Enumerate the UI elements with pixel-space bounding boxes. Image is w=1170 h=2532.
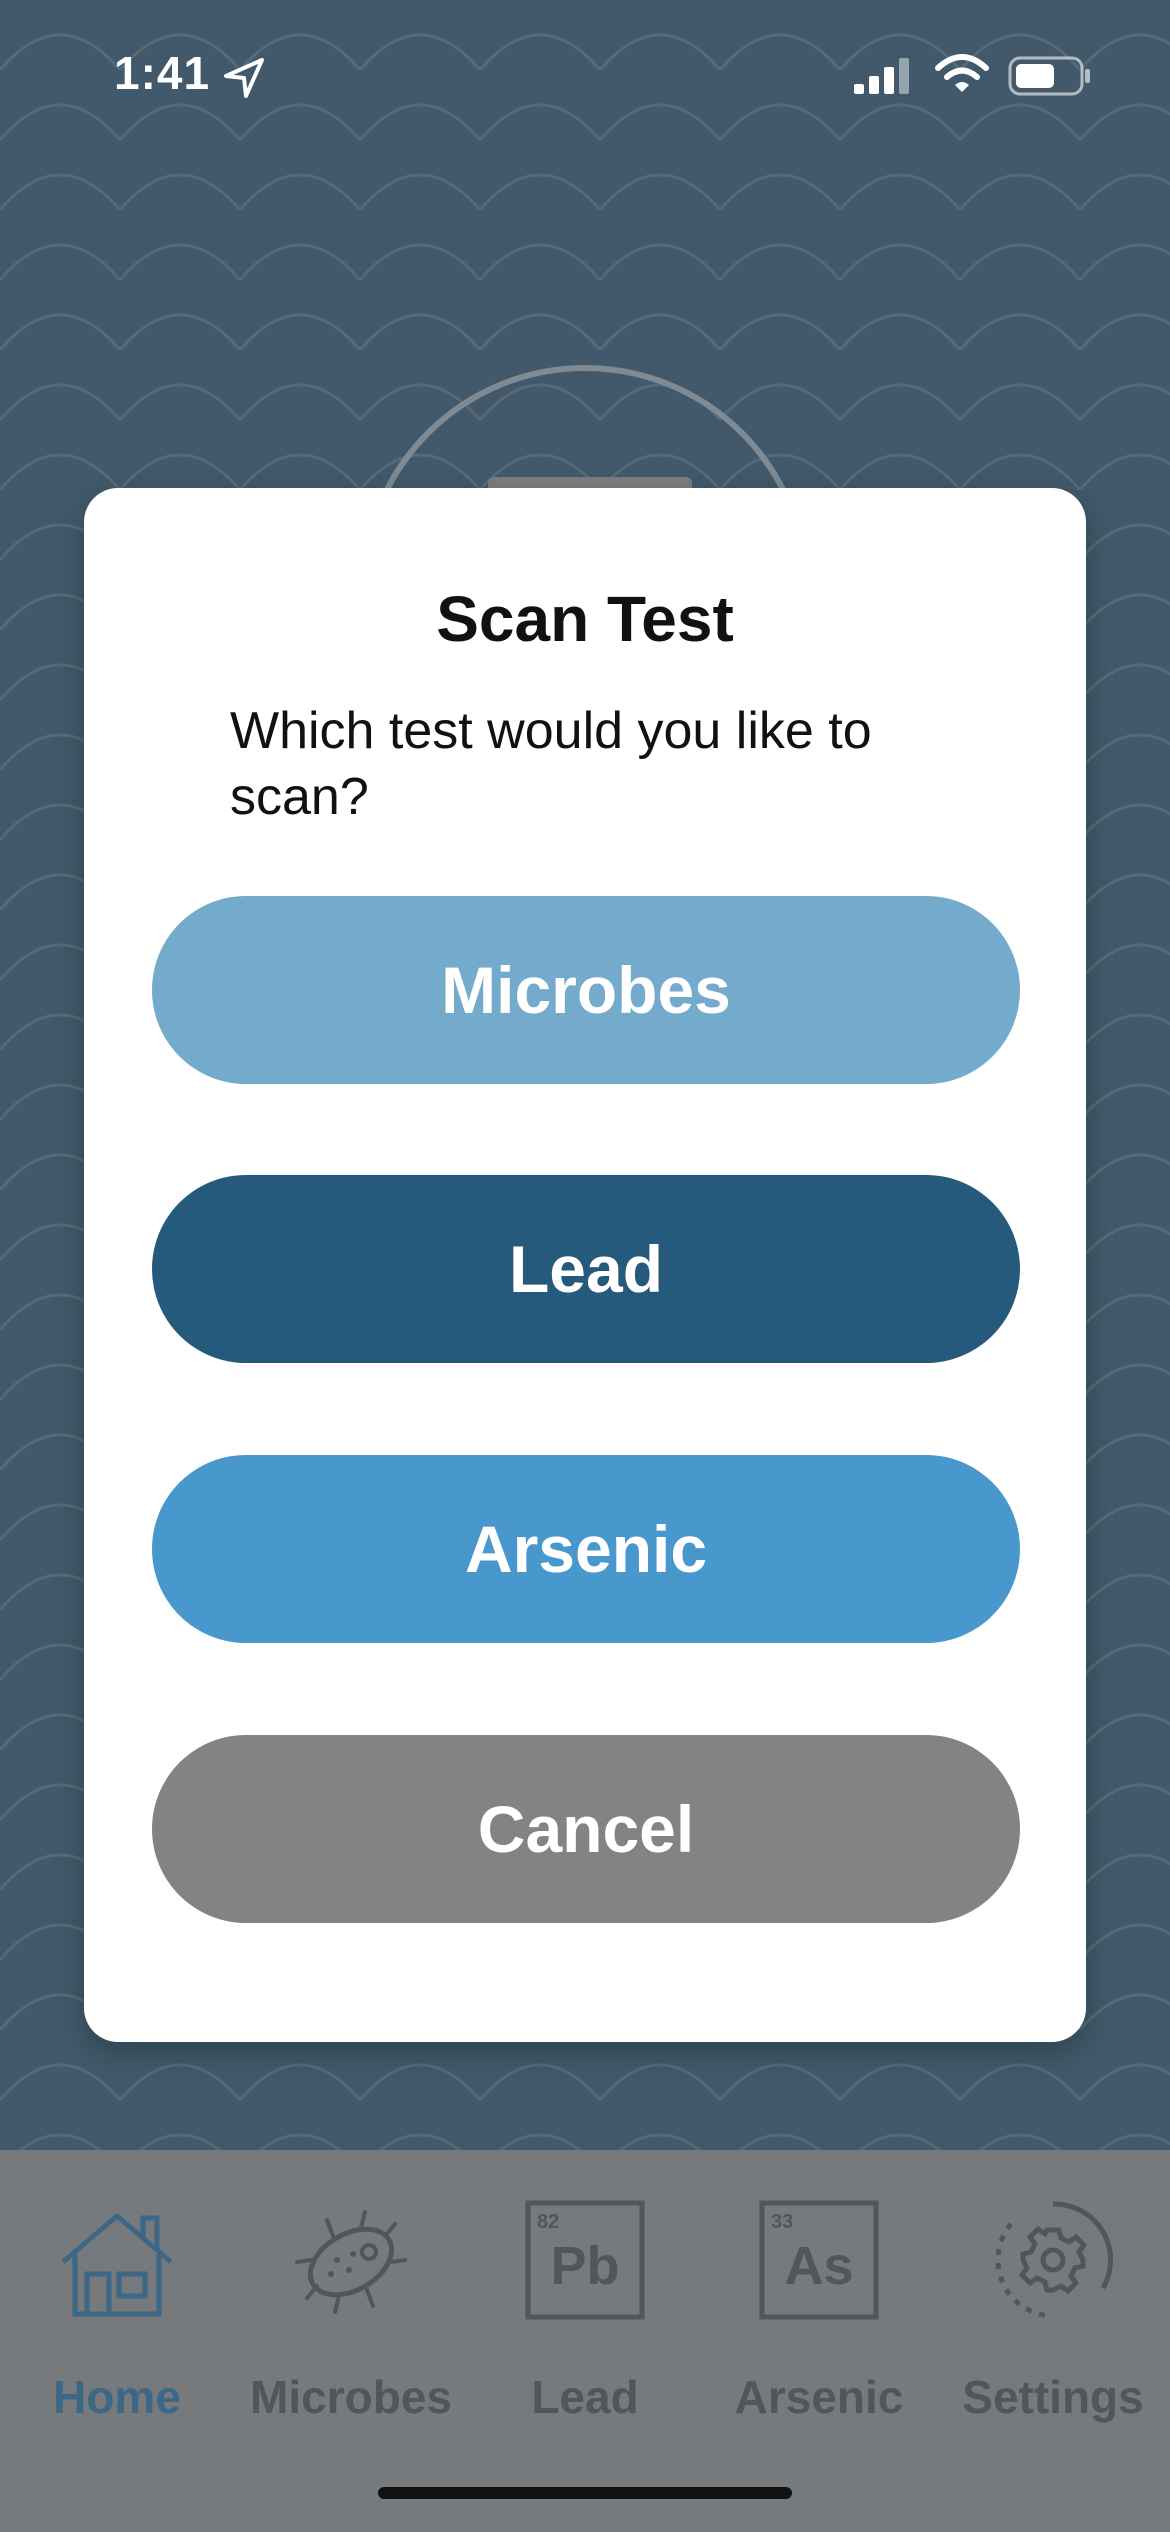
scan-test-dialog: Scan Test Which test would you like to s… <box>84 488 1086 2042</box>
status-bar: 1:41 <box>0 0 1170 150</box>
gear-icon <box>995 2201 1113 2319</box>
tab-bar: Home Microbes 82 Pb Lead 33 As Arsenic S… <box>0 2150 1170 2532</box>
tab-settings-label: Settings <box>962 2371 1144 2423</box>
cancel-button[interactable]: Cancel <box>152 1735 1020 1923</box>
tab-settings[interactable]: Settings <box>936 2200 1170 2500</box>
cellular-signal-icon <box>854 58 909 94</box>
arsenic-element-icon: 33 As <box>759 2200 879 2320</box>
tab-microbes-label: Microbes <box>250 2371 452 2423</box>
tab-arsenic-label: Arsenic <box>734 2371 904 2423</box>
microbe-icon <box>295 2210 407 2314</box>
arsenic-atomic-number: 33 <box>771 2211 793 2233</box>
tab-home[interactable]: Home <box>0 2200 234 2500</box>
lead-element-icon: 82 Pb <box>525 2200 645 2320</box>
tab-lead-label: Lead <box>531 2371 639 2423</box>
screen: 1:41 Scan Test Which test would you like… <box>0 0 1170 2532</box>
arsenic-symbol: As <box>784 2236 853 2296</box>
tab-lead[interactable]: 82 Pb Lead <box>468 2200 702 2500</box>
tab-microbes[interactable]: Microbes <box>234 2200 468 2500</box>
house-icon <box>61 2213 173 2317</box>
dialog-title: Scan Test <box>436 583 734 655</box>
dialog-message: Which test would you like to scan? <box>230 702 872 826</box>
lead-button[interactable]: Lead <box>152 1175 1020 1363</box>
location-arrow-icon <box>224 58 264 98</box>
lead-symbol: Pb <box>550 2236 619 2296</box>
lead-atomic-number: 82 <box>537 2211 559 2233</box>
battery-icon <box>1008 56 1090 96</box>
tab-arsenic[interactable]: 33 As Arsenic <box>702 2200 936 2500</box>
tab-home-label: Home <box>53 2371 181 2423</box>
status-time: 1:41 <box>114 47 211 99</box>
home-indicator[interactable] <box>378 2487 792 2499</box>
arsenic-button[interactable]: Arsenic <box>152 1455 1020 1643</box>
microbes-button[interactable]: Microbes <box>152 896 1020 1084</box>
wifi-icon <box>935 54 989 92</box>
